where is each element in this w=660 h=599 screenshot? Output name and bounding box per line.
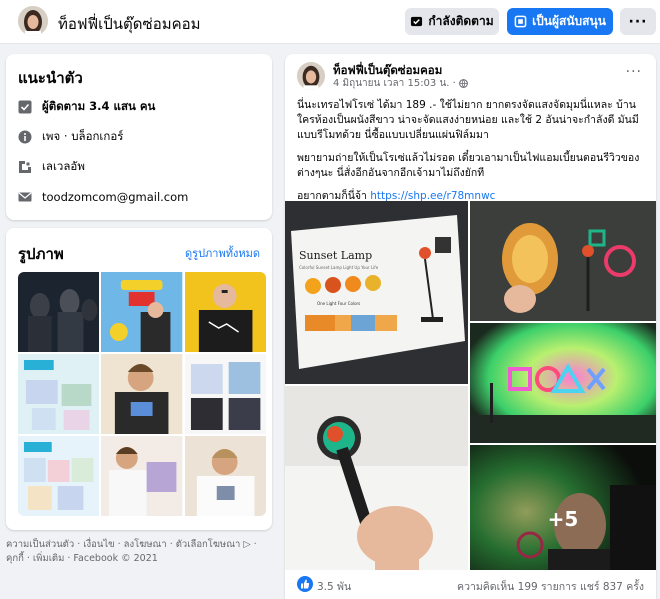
like-reaction-icon [297,576,313,592]
page-title[interactable]: ท็อฟฟี่เป็นตุ๊ดซ่อมคอม [58,12,201,36]
post-timestamp[interactable]: 4 มิถุนายน เวลา 15:03 น. · [333,76,468,91]
info-icon [18,130,32,144]
following-button[interactable]: กำลังติดตาม [405,8,499,35]
post-stats-bar: 3.5 พัน ความคิดเห็น 199 รายการ แชร์ 837 … [285,570,656,599]
intro-row-website[interactable]: เลเวลอัพ [18,158,85,176]
followers-count: ผู้ติดตาม 3.4 แสน คน [42,99,156,113]
page-header: ท็อฟฟี่เป็นตุ๊ดซ่อมคอม กำลังติดตาม เป็นผ… [0,0,660,44]
photo-grid [18,272,266,516]
supporter-label: เป็นผู้สนับสนุน [532,14,606,28]
level-up-icon [18,160,32,174]
post-photo-product-box[interactable]: Sunset Lamp Colorful Sunset Lamp Light U… [285,201,468,384]
post-photo-ps-lights[interactable] [470,323,656,443]
photo-thumbnail[interactable] [18,354,100,434]
box-subtitle: Colorful Sunset Lamp Light Up Your Life [299,265,379,270]
photo-thumbnail[interactable] [18,436,100,516]
photo-thumbnail[interactable] [18,272,100,352]
photo-thumbnail[interactable] [184,354,266,434]
footer-links[interactable]: ความเป็นส่วนตัว · เงื่อนไข · ลงโฆษณา · ต… [6,538,272,566]
globe-icon [458,79,468,88]
page-avatar[interactable] [18,6,48,36]
page-category: เพจ · บล็อกเกอร์ [42,129,124,143]
more-options-button[interactable]: ··· [620,8,656,35]
see-all-photos-link[interactable]: ดูรูปภาพทั้งหมด [185,244,260,262]
post-body: นี่นะเทรอไฟโรเซ่ ได้มา 189 .- ใช้ไม่ยาก … [297,98,647,212]
photo-thumbnail[interactable] [101,354,183,434]
post-photo-lamp-hand[interactable] [285,386,468,593]
photos-title: รูปภาพ [18,245,64,263]
post-paragraph: พยายามถ่ายให้เป็นโรเซ่แล้วไม่รอด เดี๋ยวเ… [297,152,640,179]
intro-title: แนะนำตัว [18,69,83,87]
photo-thumbnail[interactable] [101,272,183,352]
comments-shares-count[interactable]: ความคิดเห็น 199 รายการ แชร์ 837 ครั้ง [457,578,644,595]
photo-thumbnail[interactable] [184,436,266,516]
post-photo-dark-lamp[interactable] [470,201,656,321]
post-media-grid: Sunset Lamp Colorful Sunset Lamp Light U… [285,201,656,593]
followers-icon [18,100,32,114]
supporter-button[interactable]: เป็นผู้สนับสนุน [507,8,613,35]
box-caption: One Light Four Colors [317,301,360,306]
website-label[interactable]: เลเวลอัพ [42,158,85,176]
box-title: Sunset Lamp [299,249,372,262]
intro-row-followers: ผู้ติดตาม 3.4 แสน คน [18,98,155,116]
photo-thumbnail[interactable] [101,436,183,516]
reactions-count[interactable]: 3.5 พัน [317,578,351,595]
photo-thumbnail[interactable] [184,272,266,352]
intro-card: แนะนำตัว ผู้ติดตาม 3.4 แสน คน เพจ · บล็อ… [6,54,272,220]
post-time-text: 4 มิถุนายน เวลา 15:03 น. · [333,78,456,89]
post-options-button[interactable]: ··· [626,64,642,80]
supporter-badge-icon [514,15,527,28]
post-paragraph: นี่นะเทรอไฟโรเซ่ ได้มา 189 .- ใช้ไม่ยาก … [297,99,639,141]
photos-card: รูปภาพ ดูรูปภาพทั้งหมด [6,228,272,530]
intro-row-email[interactable]: toodzomcom@gmail.com [18,188,188,206]
following-label: กำลังติดตาม [428,14,494,28]
post-author-avatar[interactable] [297,62,325,90]
intro-row-category: เพจ · บล็อกเกอร์ [18,128,123,146]
email-icon [18,190,32,204]
post-card: ท็อฟฟี่เป็นตุ๊ดซ่อมคอม 4 มิถุนายน เวลา 1… [285,54,656,599]
following-check-icon [411,16,423,27]
email-link[interactable]: toodzomcom@gmail.com [42,190,188,204]
